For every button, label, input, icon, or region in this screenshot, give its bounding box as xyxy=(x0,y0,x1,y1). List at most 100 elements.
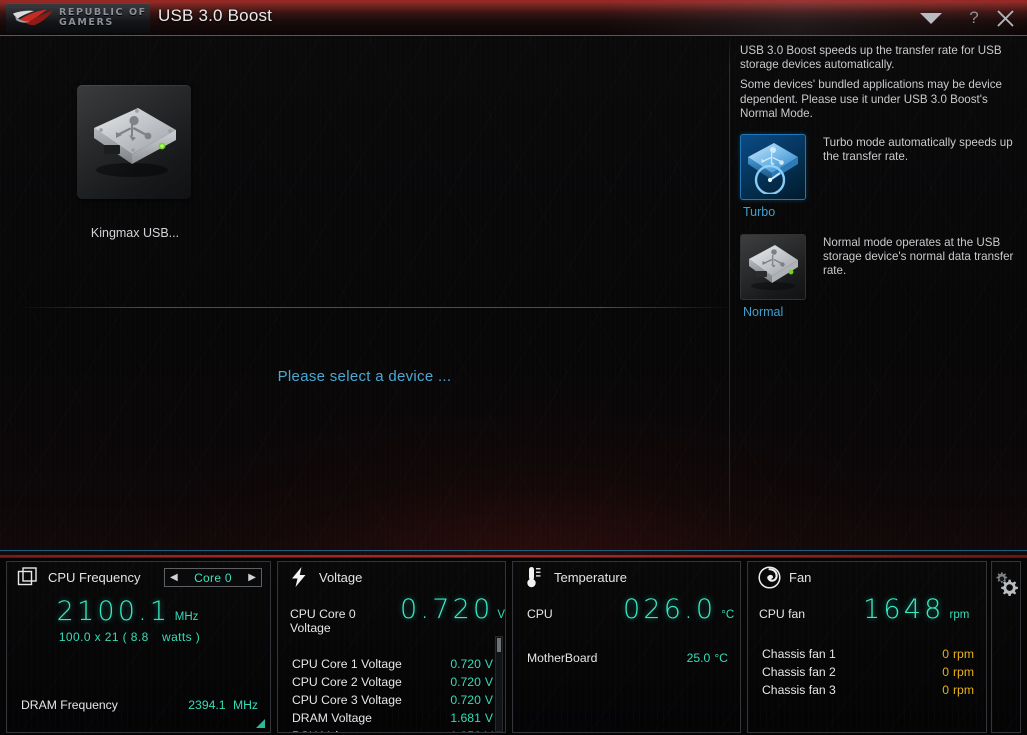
voltage-row: DRAM Voltage 1.681 V xyxy=(278,711,505,729)
temperature-row-unit: °C xyxy=(714,651,728,665)
dram-frequency-label: DRAM Frequency xyxy=(21,698,118,712)
voltage-row-value: 0.720 xyxy=(450,675,481,689)
close-icon xyxy=(996,9,1014,27)
fan-hero-unit: rpm xyxy=(949,609,970,621)
cpu-frequency-title: CPU Frequency xyxy=(48,569,141,585)
temperature-hero-value: 026.0 xyxy=(623,594,717,625)
device-label: Kingmax USB... xyxy=(90,226,180,240)
voltage-row-label: PCH Voltage xyxy=(292,729,362,732)
voltage-row-value: 0.720 xyxy=(450,657,481,671)
core-prev-button[interactable]: ◀ xyxy=(170,572,178,583)
title-bar: REPUBLIC OF GAMERS USB 3.0 Boost ? xyxy=(0,0,1027,36)
voltage-row-unit: V xyxy=(484,711,493,725)
chip-icon xyxy=(16,565,40,589)
voltage-row-unit: V xyxy=(485,729,493,732)
cpu-frequency-panel: CPU Frequency ◀ Core 0 ▶ 2100.1 MHz 100.… xyxy=(6,561,271,733)
core-selector[interactable]: ◀ Core 0 ▶ xyxy=(164,568,262,587)
gears-icon xyxy=(996,572,1018,597)
settings-button[interactable] xyxy=(993,570,1019,601)
help-button[interactable]: ? xyxy=(961,0,987,36)
vertical-divider xyxy=(729,36,730,551)
fan-row-unit: rpm xyxy=(953,683,974,697)
fan-row-value: 0 xyxy=(942,683,949,697)
usb-boost-window: REPUBLIC OF GAMERS USB 3.0 Boost ? Kingm… xyxy=(0,0,1027,735)
info-panel: USB 3.0 Boost speeds up the transfer rat… xyxy=(740,44,1018,319)
turbo-mode-button[interactable] xyxy=(740,134,806,201)
voltage-row: CPU Core 3 Voltage 0.720 V xyxy=(278,693,505,711)
voltage-row: CPU Core 2 Voltage 0.720 V xyxy=(278,675,505,693)
dram-frequency-value: 2394.1 xyxy=(188,698,226,712)
voltage-row-value: 0.720 xyxy=(450,693,481,707)
fan-row-label: Chassis fan 3 xyxy=(762,683,836,697)
voltage-list: CPU Core 1 Voltage 0.720 V CPU Core 2 Vol… xyxy=(278,657,505,732)
temperature-title: Temperature xyxy=(554,569,627,585)
normal-mode-description: Normal mode operates at the USB storage … xyxy=(823,236,1014,278)
chevron-down-icon xyxy=(920,12,942,24)
fan-icon xyxy=(757,565,781,589)
fan-header: Fan xyxy=(748,562,986,592)
temperature-row-label: MotherBoard xyxy=(527,651,598,665)
usb-drive-normal-icon xyxy=(749,245,798,291)
fan-hero-label: CPU fan xyxy=(759,607,806,621)
status-message: Please select a device ... xyxy=(277,368,452,385)
resize-handle[interactable] xyxy=(256,719,265,728)
voltage-row-unit: V xyxy=(484,675,493,689)
voltage-row-label: CPU Core 1 Voltage xyxy=(292,657,402,671)
turbo-mode-label[interactable]: Turbo xyxy=(740,205,812,219)
usb-drive-turbo-icon xyxy=(748,143,798,195)
fan-list: Chassis fan 1 0 rpm Chassis fan 2 0 rpm Ch… xyxy=(748,647,986,701)
page-title: USB 3.0 Boost xyxy=(158,6,273,25)
voltage-hero-value: 0.720 xyxy=(400,594,494,625)
cpu-frequency-value: 2100.1 xyxy=(56,596,171,627)
lightning-bolt-icon xyxy=(287,565,311,589)
normal-mode-label[interactable]: Normal xyxy=(740,305,812,319)
temperature-panel: Temperature CPU 026.0 °C MotherBoard 25.… xyxy=(512,561,741,733)
voltage-row-value: 1.681 xyxy=(450,711,481,725)
normal-mode-button[interactable] xyxy=(740,234,806,301)
fan-row-label: Chassis fan 1 xyxy=(762,647,836,661)
mode-block-turbo: Turbo xyxy=(740,134,812,219)
voltage-header: Voltage xyxy=(278,562,505,592)
voltage-row-unit: V xyxy=(484,693,493,707)
cpu-frequency-detail: 100.0 x 21 ( 8.8 watts ) xyxy=(7,630,270,644)
voltage-scrollbar-thumb[interactable] xyxy=(497,638,501,652)
fan-row: Chassis fan 2 0 rpm xyxy=(748,665,986,683)
mode-block-normal: Normal xyxy=(740,234,812,319)
voltage-row: CPU Core 1 Voltage 0.720 V xyxy=(278,657,505,675)
core-next-button[interactable]: ▶ xyxy=(248,572,256,583)
info-paragraph-2: Some devices' bundled applications may b… xyxy=(740,78,1002,120)
cpu-frequency-bclk: 100.0 x 21 ( 8.8 xyxy=(58,630,149,644)
fan-title: Fan xyxy=(789,569,812,585)
voltage-row-label: CPU Core 3 Voltage xyxy=(292,693,402,707)
rog-line-2: GAMERS xyxy=(59,17,114,28)
rog-eye-icon xyxy=(13,9,53,26)
close-button[interactable] xyxy=(989,0,1021,36)
fan-row-label: Chassis fan 2 xyxy=(762,665,836,679)
mode-row-turbo: Turbo Turbo mode automatically speeds up… xyxy=(740,134,1018,219)
fan-hero-row: CPU fan 1648 rpm xyxy=(748,594,986,625)
voltage-panel: Voltage CPU Core 0 Voltage 0.720 V CPU C… xyxy=(277,561,506,733)
dram-frequency-row: DRAM Frequency 2394.1 MHz xyxy=(7,698,270,716)
info-paragraph-1: USB 3.0 Boost speeds up the transfer rat… xyxy=(740,44,1002,72)
fan-panel: Fan CPU fan 1648 rpm Chassis fan 1 0 rpm … xyxy=(747,561,987,733)
collapse-button[interactable] xyxy=(910,0,952,36)
core-selector-value: Core 0 xyxy=(194,570,232,585)
main-content-area: Kingmax USB... Please select a device ..… xyxy=(0,36,1027,555)
device-tile-kingmax[interactable] xyxy=(77,85,191,199)
fan-row-unit: rpm xyxy=(953,647,974,661)
temperature-hero-row: CPU 026.0 °C xyxy=(513,594,740,625)
cpu-frequency-watts: watts ) xyxy=(162,630,201,644)
fan-row: Chassis fan 1 0 rpm xyxy=(748,647,986,665)
rog-logo: REPUBLIC OF GAMERS xyxy=(6,3,150,33)
settings-panel xyxy=(991,561,1021,733)
voltage-hero-unit: V xyxy=(497,609,505,621)
monitor-strip: CPU Frequency ◀ Core 0 ▶ 2100.1 MHz 100.… xyxy=(0,555,1027,735)
strip-accent-line-2 xyxy=(0,557,1027,558)
fan-hero-value: 1648 xyxy=(863,594,945,625)
turbo-mode-description: Turbo mode automatically speeds up the t… xyxy=(823,136,1013,164)
voltage-row: PCH Voltage 1.056 V xyxy=(278,729,505,732)
temperature-hero-label: CPU xyxy=(527,607,553,621)
temperature-row: MotherBoard 25.0 °C xyxy=(513,651,740,669)
temperature-hero-unit: °C xyxy=(721,609,735,621)
voltage-scrollbar[interactable] xyxy=(495,636,503,732)
